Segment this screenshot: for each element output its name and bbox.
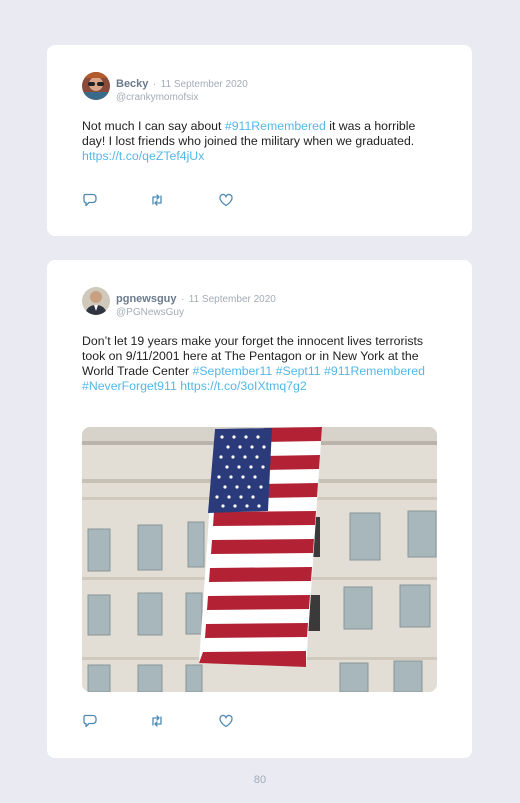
author-handle[interactable]: @crankymomofsix <box>116 92 248 103</box>
separator: · <box>152 79 157 90</box>
reply-icon[interactable] <box>82 192 98 208</box>
like-icon[interactable] <box>218 192 234 208</box>
text-segment: Not much I can say about <box>82 119 225 133</box>
avatar[interactable] <box>82 287 110 315</box>
url-link[interactable]: https://t.co/qeZTef4jUx <box>82 149 204 163</box>
retweet-icon[interactable] <box>149 192 165 208</box>
separator: · <box>180 294 185 305</box>
hashtag-link[interactable]: #September11 <box>193 364 273 378</box>
tweet-text: Not much I can say about #911Remembered … <box>82 119 437 164</box>
hashtag-link[interactable]: #NeverForget911 <box>82 379 177 393</box>
tweet-meta: pgnewsguy · 11 September 2020 @PGNewsGuy <box>116 289 276 318</box>
tweet-photo-flag-on-building[interactable] <box>82 427 437 692</box>
tweet-card-pgnewsguy: pgnewsguy · 11 September 2020 @PGNewsGuy… <box>47 260 472 758</box>
tweet-meta: Becky · 11 September 2020 @crankymomofsi… <box>116 74 248 103</box>
author-handle[interactable]: @PGNewsGuy <box>116 307 276 318</box>
retweet-icon[interactable] <box>149 713 165 729</box>
author-name[interactable]: pgnewsguy <box>116 293 177 305</box>
author-name[interactable]: Becky <box>116 78 148 90</box>
tweet-date[interactable]: 11 September 2020 <box>189 294 276 305</box>
tweet-text: Don’t let 19 years make your forget the … <box>82 334 437 394</box>
avatar[interactable] <box>82 72 110 100</box>
tweet-card-becky: Becky · 11 September 2020 @crankymomofsi… <box>47 45 472 236</box>
tweet-date[interactable]: 11 September 2020 <box>161 79 248 90</box>
hashtag-link[interactable]: #911Remembered <box>324 364 425 378</box>
hashtag-link[interactable]: #Sept11 <box>276 364 321 378</box>
like-icon[interactable] <box>218 713 234 729</box>
reply-icon[interactable] <box>82 713 98 729</box>
hashtag-link[interactable]: #911Remembered <box>225 119 326 133</box>
url-link[interactable]: https://t.co/3oIXtmq7g2 <box>180 379 306 393</box>
page-number: 80 <box>253 774 267 786</box>
